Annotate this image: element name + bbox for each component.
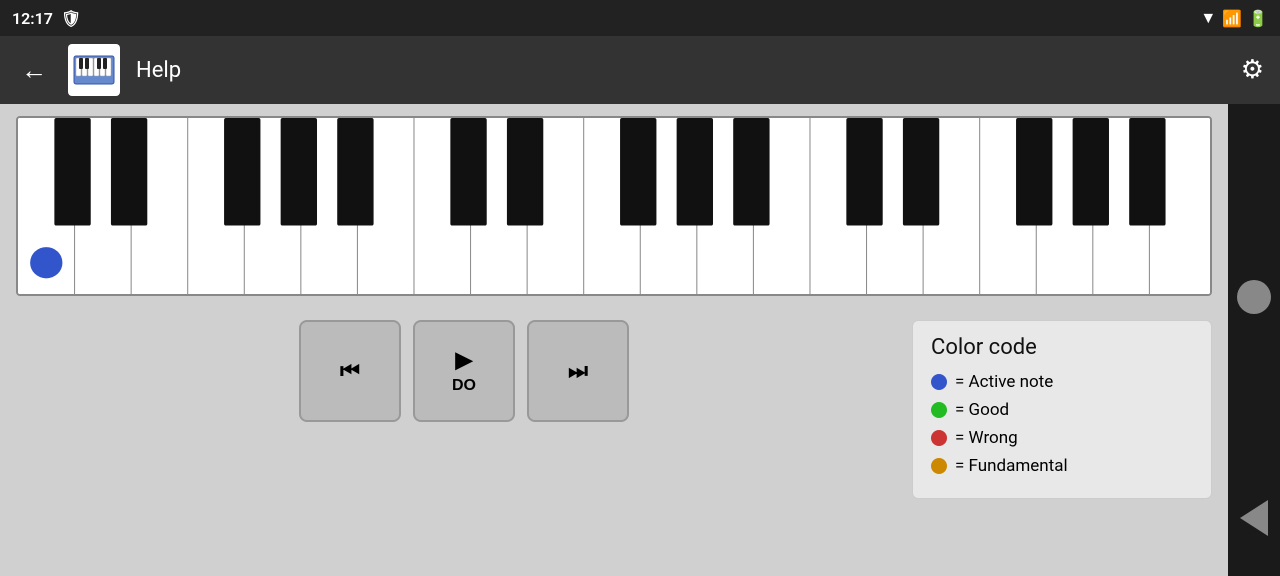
- app-icon: [68, 44, 120, 96]
- shield-icon: 🛡: [61, 9, 81, 28]
- color-code-item-good: = Good: [931, 400, 1193, 420]
- fundamental-dot: [931, 458, 947, 474]
- fundamental-label: = Fundamental: [955, 456, 1068, 476]
- prev-icon: ⏮: [340, 358, 360, 384]
- page-title: Help: [136, 58, 1225, 83]
- playback-buttons: ⏮ ▶ DO ⏭: [16, 320, 912, 422]
- piano-app-icon-svg: [72, 48, 116, 92]
- play-button[interactable]: ▶ DO: [413, 320, 515, 422]
- active-note-dot: [931, 374, 947, 390]
- battery-icon: 🔋: [1248, 9, 1268, 28]
- piano-svg: // Rendered as SVG rects in the template…: [18, 118, 1210, 294]
- app-bar: ← Help ⚙: [0, 36, 1280, 104]
- color-code-item-wrong: = Wrong: [931, 428, 1193, 448]
- back-button[interactable]: ←: [16, 55, 52, 86]
- controls-area: ⏮ ▶ DO ⏭ Color code = Active note = Good: [16, 320, 1212, 499]
- main-content: // Rendered as SVG rects in the template…: [0, 104, 1228, 576]
- color-code-title: Color code: [931, 335, 1193, 360]
- color-code-panel: Color code = Active note = Good = Wrong …: [912, 320, 1212, 499]
- sidebar-circle-button[interactable]: [1237, 280, 1271, 314]
- color-code-item-fundamental: = Fundamental: [931, 456, 1193, 476]
- good-label: = Good: [955, 400, 1009, 420]
- play-label: DO: [452, 377, 476, 395]
- wrong-dot: [931, 430, 947, 446]
- color-code-item-active: = Active note: [931, 372, 1193, 392]
- active-note-label: = Active note: [955, 372, 1053, 392]
- status-right: ▼ 📶 🔋: [1200, 8, 1268, 28]
- next-icon: ⏭: [568, 358, 588, 384]
- piano-keyboard[interactable]: // Rendered as SVG rects in the template…: [16, 116, 1212, 296]
- settings-button[interactable]: ⚙: [1241, 55, 1264, 85]
- next-button[interactable]: ⏭: [527, 320, 629, 422]
- status-time: 12:17: [12, 9, 53, 28]
- wifi-icon: ▼: [1200, 8, 1216, 28]
- sidebar-triangle-button[interactable]: [1240, 500, 1268, 536]
- status-bar: 12:17 🛡 ▼ 📶 🔋: [0, 0, 1280, 36]
- prev-button[interactable]: ⏮: [299, 320, 401, 422]
- play-icon: ▶: [456, 347, 473, 373]
- wrong-label: = Wrong: [955, 428, 1018, 448]
- good-dot: [931, 402, 947, 418]
- signal-icon: 📶: [1222, 9, 1242, 28]
- status-left: 12:17 🛡: [12, 9, 81, 28]
